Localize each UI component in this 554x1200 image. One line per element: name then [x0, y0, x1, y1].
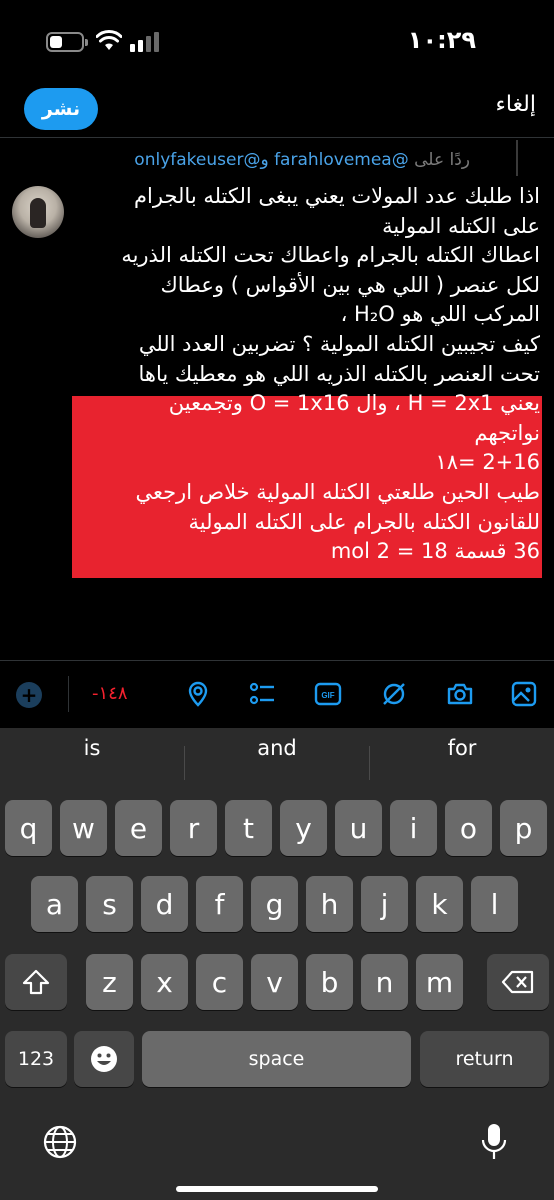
- emoji-icon: [91, 1046, 117, 1072]
- key-d[interactable]: d: [141, 876, 188, 932]
- key-o[interactable]: o: [445, 800, 492, 856]
- backspace-icon: [501, 970, 534, 994]
- key-u[interactable]: u: [335, 800, 382, 856]
- home-indicator[interactable]: [176, 1186, 378, 1192]
- add-icon[interactable]: +: [16, 682, 42, 708]
- key-c[interactable]: c: [196, 954, 243, 1010]
- wifi-icon: [96, 30, 122, 50]
- suggestion-1[interactable]: is: [0, 736, 184, 760]
- key-x[interactable]: x: [141, 954, 188, 1010]
- status-bar: ١٠:٢٩: [0, 0, 554, 80]
- return-key[interactable]: return: [420, 1031, 549, 1087]
- emoji-key[interactable]: [74, 1031, 134, 1087]
- tweet-line: على الكتله المولية: [382, 213, 540, 238]
- reply-prefix: ردًا على: [414, 150, 470, 170]
- key-k[interactable]: k: [416, 876, 463, 932]
- tweet-line: اعطاك الكتله بالجرام واعطاك تحت الكتله ا…: [121, 243, 540, 268]
- key-p[interactable]: p: [500, 800, 547, 856]
- image-icon[interactable]: [510, 680, 538, 708]
- clock: ١٠:٢٩: [407, 26, 476, 54]
- tweet-line: كيف تجيبين الكتله المولية ؟ تضربين العدد…: [138, 331, 540, 356]
- tweet-line-highlighted: يعني H = 2x1 ، وال O = 1x16 وتجمعين: [168, 391, 540, 416]
- publish-button[interactable]: نشر: [24, 88, 98, 130]
- key-t[interactable]: t: [225, 800, 272, 856]
- cancel-button[interactable]: إلغاء: [496, 92, 536, 117]
- key-g[interactable]: g: [251, 876, 298, 932]
- key-n[interactable]: n: [361, 954, 408, 1010]
- gif-icon[interactable]: GIF: [314, 680, 342, 708]
- key-q[interactable]: q: [5, 800, 52, 856]
- signal-icon: [130, 32, 159, 52]
- tweet-line: اذا طلبك عدد المولات يعني يبغى الكتله با…: [134, 184, 540, 208]
- reply-mentions[interactable]: @farahlovemea و@onlyfakeuser: [134, 150, 408, 170]
- svg-text:GIF: GIF: [321, 691, 334, 700]
- tweet-line-highlighted: 2+16 =١٨: [435, 450, 540, 475]
- key-a[interactable]: a: [31, 876, 78, 932]
- space-key[interactable]: space: [142, 1031, 411, 1087]
- key-e[interactable]: e: [115, 800, 162, 856]
- tweet-line-highlighted: نواتجهم: [474, 420, 540, 445]
- tweet-line: تحت العنصر بالكتله الذريه اللي هو معطيك …: [138, 361, 540, 386]
- numbers-key[interactable]: 123: [5, 1031, 67, 1087]
- toolbar-divider: [68, 676, 69, 712]
- key-y[interactable]: y: [280, 800, 327, 856]
- tweet-line-highlighted: طيب الحين طلعتي الكتله المولية خلاص ارجع…: [135, 479, 540, 504]
- key-b[interactable]: b: [306, 954, 353, 1010]
- camera-icon[interactable]: [446, 680, 474, 708]
- avatar[interactable]: [12, 186, 64, 238]
- key-v[interactable]: v: [251, 954, 298, 1010]
- sensitive-content-icon[interactable]: [380, 680, 408, 708]
- key-l[interactable]: l: [471, 876, 518, 932]
- battery-icon: [46, 32, 88, 52]
- key-i[interactable]: i: [390, 800, 437, 856]
- key-h[interactable]: h: [306, 876, 353, 932]
- tweet-text-area[interactable]: اذا طلبك عدد المولات يعني يبغى الكتله با…: [70, 182, 540, 567]
- key-s[interactable]: s: [86, 876, 133, 932]
- key-f[interactable]: f: [196, 876, 243, 932]
- globe-icon[interactable]: [42, 1124, 78, 1160]
- reply-thread-line: [516, 140, 518, 176]
- header-divider: [0, 137, 554, 138]
- tweet-line: المركب اللي هو H₂O ،: [340, 302, 540, 327]
- tweet-line-highlighted: 36 قسمة 18 = 2 mol: [330, 539, 540, 564]
- key-r[interactable]: r: [170, 800, 217, 856]
- key-j[interactable]: j: [361, 876, 408, 932]
- key-m[interactable]: m: [416, 954, 463, 1010]
- suggestion-3[interactable]: for: [370, 736, 554, 760]
- shift-icon: [22, 969, 50, 995]
- delete-key[interactable]: [487, 954, 549, 1010]
- poll-icon[interactable]: [248, 680, 276, 708]
- reply-to-line[interactable]: ردًا على @farahlovemea و@onlyfakeuser: [134, 150, 470, 170]
- key-z[interactable]: z: [86, 954, 133, 1010]
- suggestion-2[interactable]: and: [185, 736, 369, 760]
- location-icon[interactable]: [184, 680, 212, 708]
- microphone-icon[interactable]: [480, 1122, 508, 1162]
- key-w[interactable]: w: [60, 800, 107, 856]
- tweet-line: لكل عنصر ( اللي هي بين الأقواس ) وعطاك: [160, 272, 540, 297]
- tweet-line-highlighted: للقانون الكتله بالجرام على الكتله المولي…: [188, 509, 540, 534]
- shift-key[interactable]: [5, 954, 67, 1010]
- character-count: -١٤٨: [92, 683, 128, 704]
